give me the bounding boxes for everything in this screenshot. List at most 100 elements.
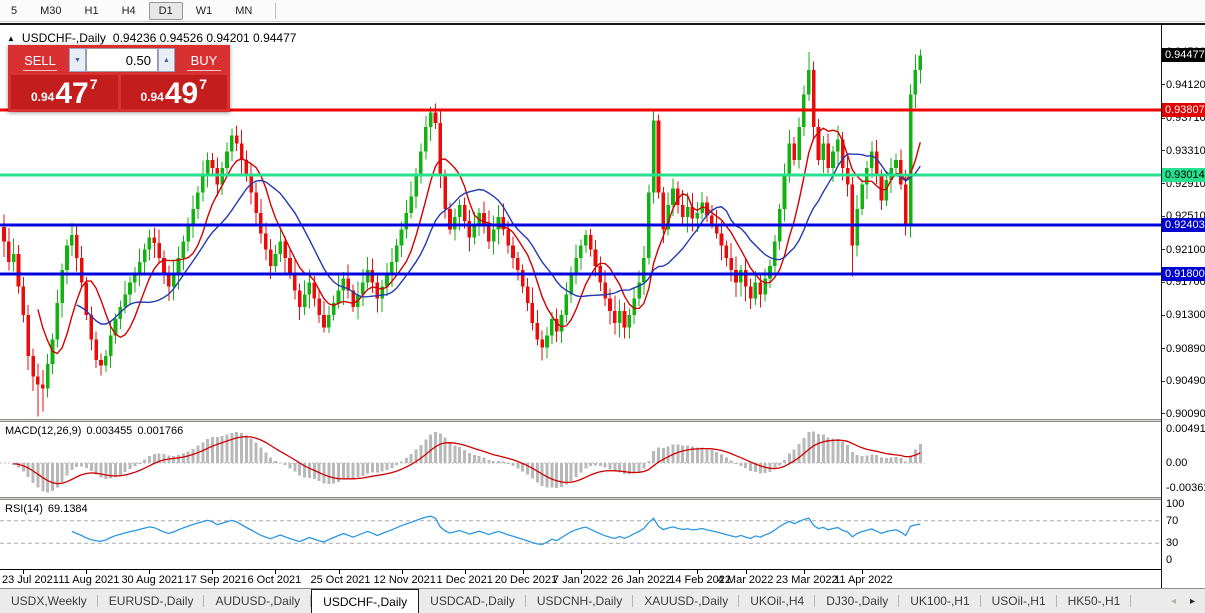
tab-usdcad-daily[interactable]: USDCAD-,Daily [419,589,526,613]
macd-panel[interactable]: MACD(12,26,9) 0.003455 0.001766 [0,422,1161,497]
date-axis-label: 20 Dec 2021 [495,574,557,586]
timeframe-button-d1[interactable]: D1 [149,2,183,20]
price-chart-panel[interactable]: ▲ USDCHF-,Daily 0.94236 0.94526 0.94201 … [0,25,1161,419]
macd-axis-tick-label: 0.004913 [1166,423,1205,435]
sell-price-display[interactable]: 0.94 47 7 [11,75,118,109]
price-axis-tick-mark [1162,348,1165,349]
timeframe-button-w1[interactable]: W1 [186,2,223,20]
price-axis-tick-label: 0.90090 [1166,408,1205,420]
price-axis-tick-mark [1162,381,1165,382]
rsi-value: 69.1384 [48,503,88,515]
price-axis-tick-label: 0.92100 [1166,244,1205,256]
chart-ohlc-values: 0.94236 0.94526 0.94201 0.94477 [113,31,297,45]
date-axis-label: 11 Aug 2021 [58,574,119,586]
macd-signal-value: 0.001766 [137,425,183,437]
tab-hk50-h1[interactable]: HK50-,H1 [1057,589,1132,613]
macd-main-value: 0.003455 [86,425,132,437]
tab-xauusd-daily[interactable]: XAUUSD-,Daily [633,589,739,613]
date-axis-label: 25 Oct 2021 [311,574,371,586]
buy-price-big: 49 [165,81,198,106]
timeframe-toolbar: 5M30H1H4D1W1MN [0,0,1205,22]
rsi-axis-tick-label: 100 [1166,498,1184,510]
date-axis-label: 6 Oct 2021 [247,574,301,586]
rsi-panel[interactable]: RSI(14) 69.1384 [0,500,1161,569]
tab-usdx-weekly[interactable]: USDX,Weekly [0,589,98,613]
date-axis-label: 11 Apr 2022 [834,574,893,586]
chart-window: ▲ USDCHF-,Daily 0.94236 0.94526 0.94201 … [0,23,1205,588]
date-axis-label: 4 Mar 2022 [718,574,774,586]
tab-scroll-left-icon[interactable]: ◂ [1171,596,1176,607]
volume-up-button[interactable]: ▲ [158,48,175,72]
price-axis-tick-label: 0.94120 [1166,79,1205,91]
collapse-triangle-icon[interactable]: ▲ [7,34,15,43]
price-axis-tick-label: 0.90490 [1166,375,1205,387]
buy-price-display[interactable]: 0.94 49 7 [121,75,228,109]
price-axis-tick-mark [1162,118,1165,119]
date-axis-label: 26 Jan 2022 [611,574,672,586]
buy-button[interactable]: BUY [175,48,233,72]
date-axis-label: 17 Sep 2021 [184,574,246,586]
volume-input[interactable] [86,48,158,72]
timeframe-button-mn[interactable]: MN [225,2,262,20]
macd-label: MACD(12,26,9) [5,425,81,437]
level-price-tag: 0.93807 [1162,103,1205,117]
rsi-axis-tick-label: 30 [1166,537,1178,549]
tab-eurusd-daily[interactable]: EURUSD-,Daily [98,589,205,613]
timeframe-button-h1[interactable]: H1 [75,2,109,20]
price-axis-tick-mark [1162,413,1165,414]
price-axis-tick-label: 0.90890 [1166,343,1205,355]
date-axis-label: 23 Jul 2021 [2,574,59,586]
tab-audusd-daily[interactable]: AUDUSD-,Daily [204,589,311,613]
tab-usdchf-daily[interactable]: USDCHF-,Daily [311,589,419,613]
chart-symbol-label: USDCHF-,Daily [22,31,106,45]
symbol-tab-bar: USDX,WeeklyEURUSD-,DailyAUDUSD-,DailyUSD… [0,588,1205,613]
timeframe-button-h4[interactable]: H4 [112,2,146,20]
price-axis-tick-mark [1162,150,1165,151]
rsi-label: RSI(14) [5,503,43,515]
timeframe-button-5[interactable]: 5 [1,2,27,20]
date-axis-label: 30 Aug 2021 [121,574,183,586]
tab-usdcnh-daily[interactable]: USDCNH-,Daily [526,589,633,613]
macd-label-row: MACD(12,26,9) 0.003455 0.001766 [5,425,183,437]
tab-dj30-daily[interactable]: DJ30-,Daily [815,589,899,613]
sell-price-big: 47 [55,81,88,106]
rsi-label-row: RSI(14) 69.1384 [5,503,88,515]
price-axis-tick-mark [1162,216,1165,217]
tab-scroll-arrows: ◂▸ [1161,589,1205,613]
macd-axis-tick-label: -0.00361 [1166,482,1205,494]
sell-button[interactable]: SELL [11,48,69,72]
date-axis-label: 12 Nov 2021 [374,574,436,586]
price-axis-tick-mark [1162,84,1165,85]
level-price-tag: 0.92403 [1162,218,1205,232]
price-axis-tick-mark [1162,282,1165,283]
tab-scroll-right-icon[interactable]: ▸ [1190,596,1195,607]
chart-header: ▲ USDCHF-,Daily 0.94236 0.94526 0.94201 … [7,31,296,45]
date-axis-label: 7 Jan 2022 [553,574,607,586]
price-axis[interactable]: 0.945200.941200.937100.933100.929100.925… [1161,25,1205,590]
toolbar-separator [275,3,276,19]
tab-uk100-h1[interactable]: UK100-,H1 [899,589,980,613]
macd-axis-tick-label: 0.00 [1166,457,1187,469]
rsi-chart-canvas[interactable] [0,500,1161,569]
tab-usoil-h1[interactable]: USOil-,H1 [981,589,1057,613]
rsi-axis-tick-label: 0 [1166,554,1172,566]
price-axis-tick-mark [1162,183,1165,184]
tab-ukoil-h4[interactable]: UKOil-,H4 [739,589,815,613]
date-axis[interactable]: 23 Jul 202111 Aug 202130 Aug 202117 Sep … [0,569,1161,590]
price-axis-tick-label: 0.91300 [1166,309,1205,321]
price-axis-tick-label: 0.93310 [1166,145,1205,157]
sell-price-prefix: 0.94 [31,90,54,104]
date-axis-label: 1 Dec 2021 [437,574,493,586]
price-axis-tick-mark [1162,249,1165,250]
level-price-tag: 0.91800 [1162,267,1205,281]
price-axis-tick-mark [1162,315,1165,316]
buy-price-prefix: 0.94 [140,90,163,104]
timeframe-button-m30[interactable]: M30 [30,2,71,20]
volume-down-button[interactable]: ▼ [69,48,86,72]
current-price-tag: 0.94477 [1162,48,1205,62]
one-click-trade-panel: SELL ▼ ▲ BUY 0.94 47 7 0.94 49 7 [8,45,230,112]
date-axis-label: 23 Mar 2022 [776,574,838,586]
rsi-axis-tick-label: 70 [1166,515,1178,527]
sell-price-sup: 7 [90,76,98,92]
buy-price-sup: 7 [199,76,207,92]
